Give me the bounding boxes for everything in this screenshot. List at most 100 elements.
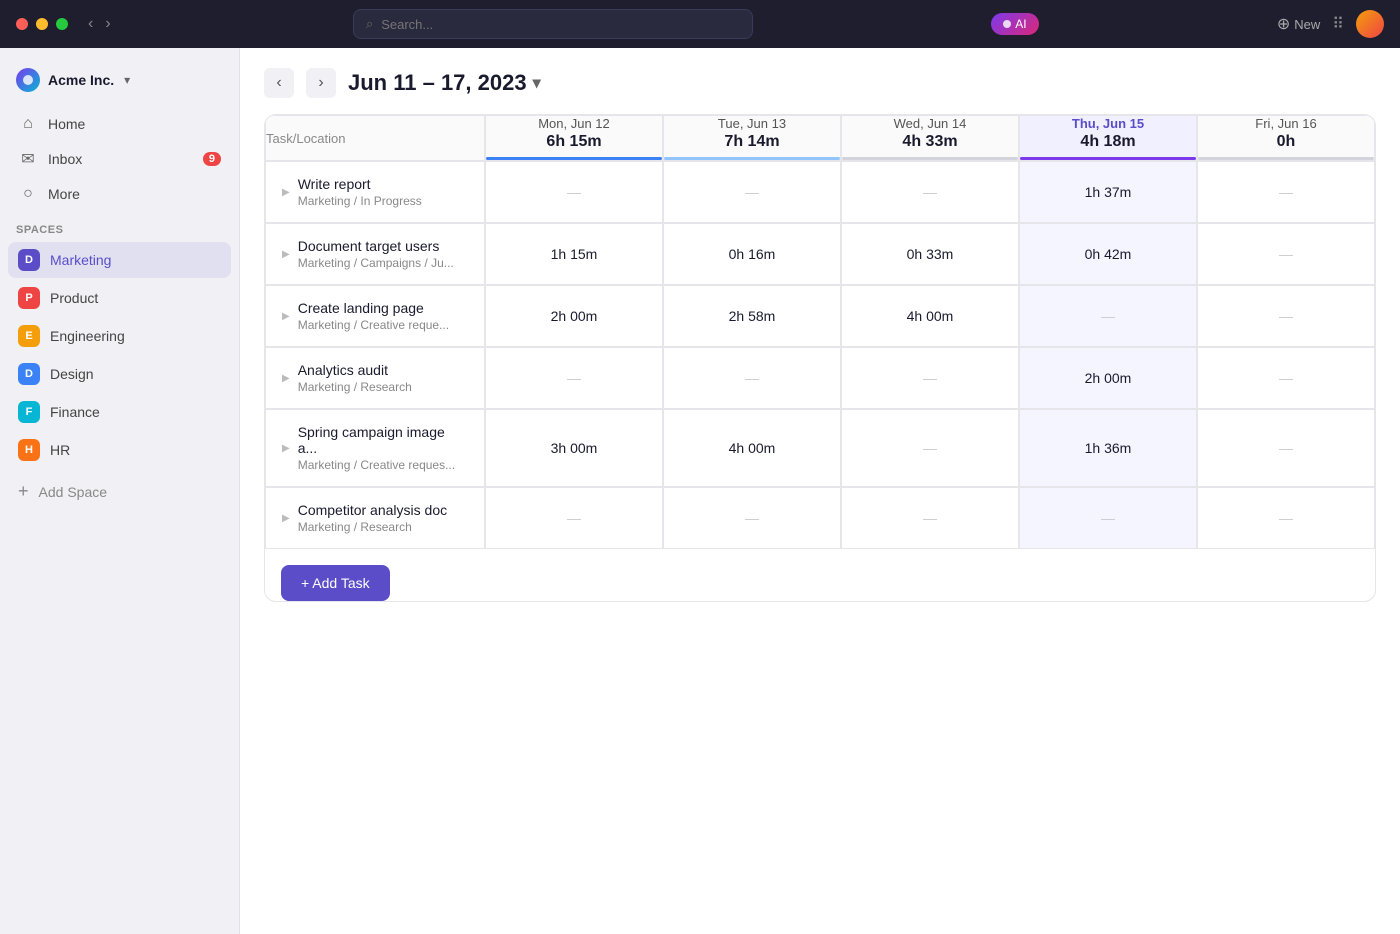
search-bar[interactable]: ⌕: [353, 9, 753, 39]
task-time-wed: —: [841, 161, 1019, 223]
wed-header: Wed, Jun 14 4h 33m: [841, 115, 1019, 161]
task-location: Marketing / Creative reque...: [298, 318, 449, 332]
task-time-tue: 4h 00m: [663, 409, 841, 487]
prev-week-button[interactable]: ‹: [264, 68, 294, 98]
grid-icon[interactable]: ⠿: [1332, 14, 1344, 34]
table-row: ▶ Analytics audit Marketing / Research —…: [265, 347, 1375, 409]
more-icon: ○: [18, 185, 38, 203]
sidebar-item-product[interactable]: P Product: [8, 280, 231, 316]
sidebar-item-inbox[interactable]: ✉ Inbox 9: [8, 142, 231, 176]
mon-header: Mon, Jun 12 6h 15m: [485, 115, 663, 161]
wed-hours: 4h 33m: [842, 133, 1018, 151]
expand-icon[interactable]: ▶: [282, 443, 290, 454]
task-name[interactable]: Write report: [298, 176, 422, 192]
sidebar-item-label: More: [48, 186, 221, 202]
minimize-window-button[interactable]: [36, 18, 48, 30]
expand-icon[interactable]: ▶: [282, 513, 290, 524]
sidebar-item-more[interactable]: ○ More: [8, 178, 231, 210]
task-info-cell: ▶ Analytics audit Marketing / Research: [265, 347, 485, 409]
search-input[interactable]: [381, 17, 740, 32]
spaces-section-label: Spaces: [0, 212, 239, 242]
task-time-mon: —: [485, 161, 663, 223]
close-window-button[interactable]: [16, 18, 28, 30]
tue-day-name: Tue, Jun 13: [664, 116, 840, 131]
sidebar-item-marketing[interactable]: D Marketing: [8, 242, 231, 278]
task-location-label: Task/Location: [266, 131, 346, 146]
task-time-mon: 2h 00m: [485, 285, 663, 347]
task-time-wed: —: [841, 409, 1019, 487]
space-label-hr: HR: [50, 442, 70, 458]
task-time-thu: 1h 37m: [1019, 161, 1197, 223]
task-name[interactable]: Document target users: [298, 238, 454, 254]
task-name[interactable]: Analytics audit: [298, 362, 412, 378]
task-location: Marketing / In Progress: [298, 194, 422, 208]
expand-icon[interactable]: ▶: [282, 373, 290, 384]
sidebar-item-home[interactable]: ⌂ Home: [8, 108, 231, 140]
tue-hours: 7h 14m: [664, 133, 840, 151]
chevron-down-icon: ▾: [124, 73, 130, 87]
task-time-tue: 2h 58m: [663, 285, 841, 347]
task-time-tue: —: [663, 161, 841, 223]
expand-icon[interactable]: ▶: [282, 249, 290, 260]
sidebar-item-hr[interactable]: H HR: [8, 432, 231, 468]
space-avatar-design: D: [18, 363, 40, 385]
ai-button[interactable]: AI: [991, 13, 1038, 35]
fri-header: Fri, Jun 16 0h: [1197, 115, 1375, 161]
time-grid: Task/Location Mon, Jun 12 6h 15m Tue, Ju…: [240, 114, 1400, 934]
date-range[interactable]: Jun 11 – 17, 2023 ▾: [348, 70, 541, 96]
mon-hours: 6h 15m: [486, 133, 662, 151]
thu-header: Thu, Jun 15 4h 18m: [1019, 115, 1197, 161]
task-location: Marketing / Research: [298, 380, 412, 394]
add-task-button[interactable]: + Add Task: [281, 565, 390, 601]
task-info-cell: ▶ Spring campaign image a... Marketing /…: [265, 409, 485, 487]
add-task-row: + Add Task: [265, 549, 1375, 601]
task-time-tue: —: [663, 347, 841, 409]
task-time-wed: —: [841, 347, 1019, 409]
expand-icon[interactable]: ▶: [282, 187, 290, 198]
task-time-tue: —: [663, 487, 841, 549]
forward-button[interactable]: ›: [101, 13, 114, 35]
task-time-fri: —: [1197, 285, 1375, 347]
task-info-cell: ▶ Create landing page Marketing / Creati…: [265, 285, 485, 347]
task-name[interactable]: Competitor analysis doc: [298, 502, 447, 518]
task-time-fri: —: [1197, 347, 1375, 409]
fullscreen-window-button[interactable]: [56, 18, 68, 30]
task-name[interactable]: Create landing page: [298, 300, 449, 316]
task-name[interactable]: Spring campaign image a...: [298, 424, 468, 456]
task-time-thu: —: [1019, 285, 1197, 347]
workspace-header[interactable]: Acme Inc. ▾: [0, 60, 239, 108]
avatar[interactable]: [1356, 10, 1384, 38]
date-navigation: ‹ › Jun 11 – 17, 2023 ▾: [240, 48, 1400, 114]
task-location: Marketing / Creative reques...: [298, 458, 468, 472]
add-space-button[interactable]: + Add Space: [8, 474, 231, 509]
sidebar-nav: ⌂ Home ✉ Inbox 9 ○ More: [0, 108, 239, 212]
new-label: New: [1294, 17, 1320, 32]
ai-dot-icon: [1003, 20, 1011, 28]
sidebar-item-label: Inbox: [48, 151, 193, 167]
content-area: ‹ › Jun 11 – 17, 2023 ▾ Task/Location: [240, 48, 1400, 934]
sidebar-item-design[interactable]: D Design: [8, 356, 231, 392]
date-range-text: Jun 11 – 17, 2023: [348, 70, 527, 96]
space-avatar-product: P: [18, 287, 40, 309]
next-week-button[interactable]: ›: [306, 68, 336, 98]
new-button[interactable]: ⊕ New: [1277, 14, 1320, 34]
sidebar-item-finance[interactable]: F Finance: [8, 394, 231, 430]
task-time-wed: —: [841, 487, 1019, 549]
search-icon: ⌕: [366, 16, 373, 32]
task-time-wed: 4h 00m: [841, 285, 1019, 347]
table-row: ▶ Competitor analysis doc Marketing / Re…: [265, 487, 1375, 549]
space-avatar-engineering: E: [18, 325, 40, 347]
mon-bar: [486, 157, 662, 160]
task-time-fri: —: [1197, 409, 1375, 487]
tue-header: Tue, Jun 13 7h 14m: [663, 115, 841, 161]
space-avatar-finance: F: [18, 401, 40, 423]
back-button[interactable]: ‹: [84, 13, 97, 35]
workspace-logo: [16, 68, 40, 92]
sidebar-item-engineering[interactable]: E Engineering: [8, 318, 231, 354]
task-time-tue: 0h 16m: [663, 223, 841, 285]
expand-icon[interactable]: ▶: [282, 311, 290, 322]
space-label-finance: Finance: [50, 404, 100, 420]
thu-bar: [1020, 157, 1196, 160]
task-time-mon: —: [485, 487, 663, 549]
task-time-mon: 1h 15m: [485, 223, 663, 285]
